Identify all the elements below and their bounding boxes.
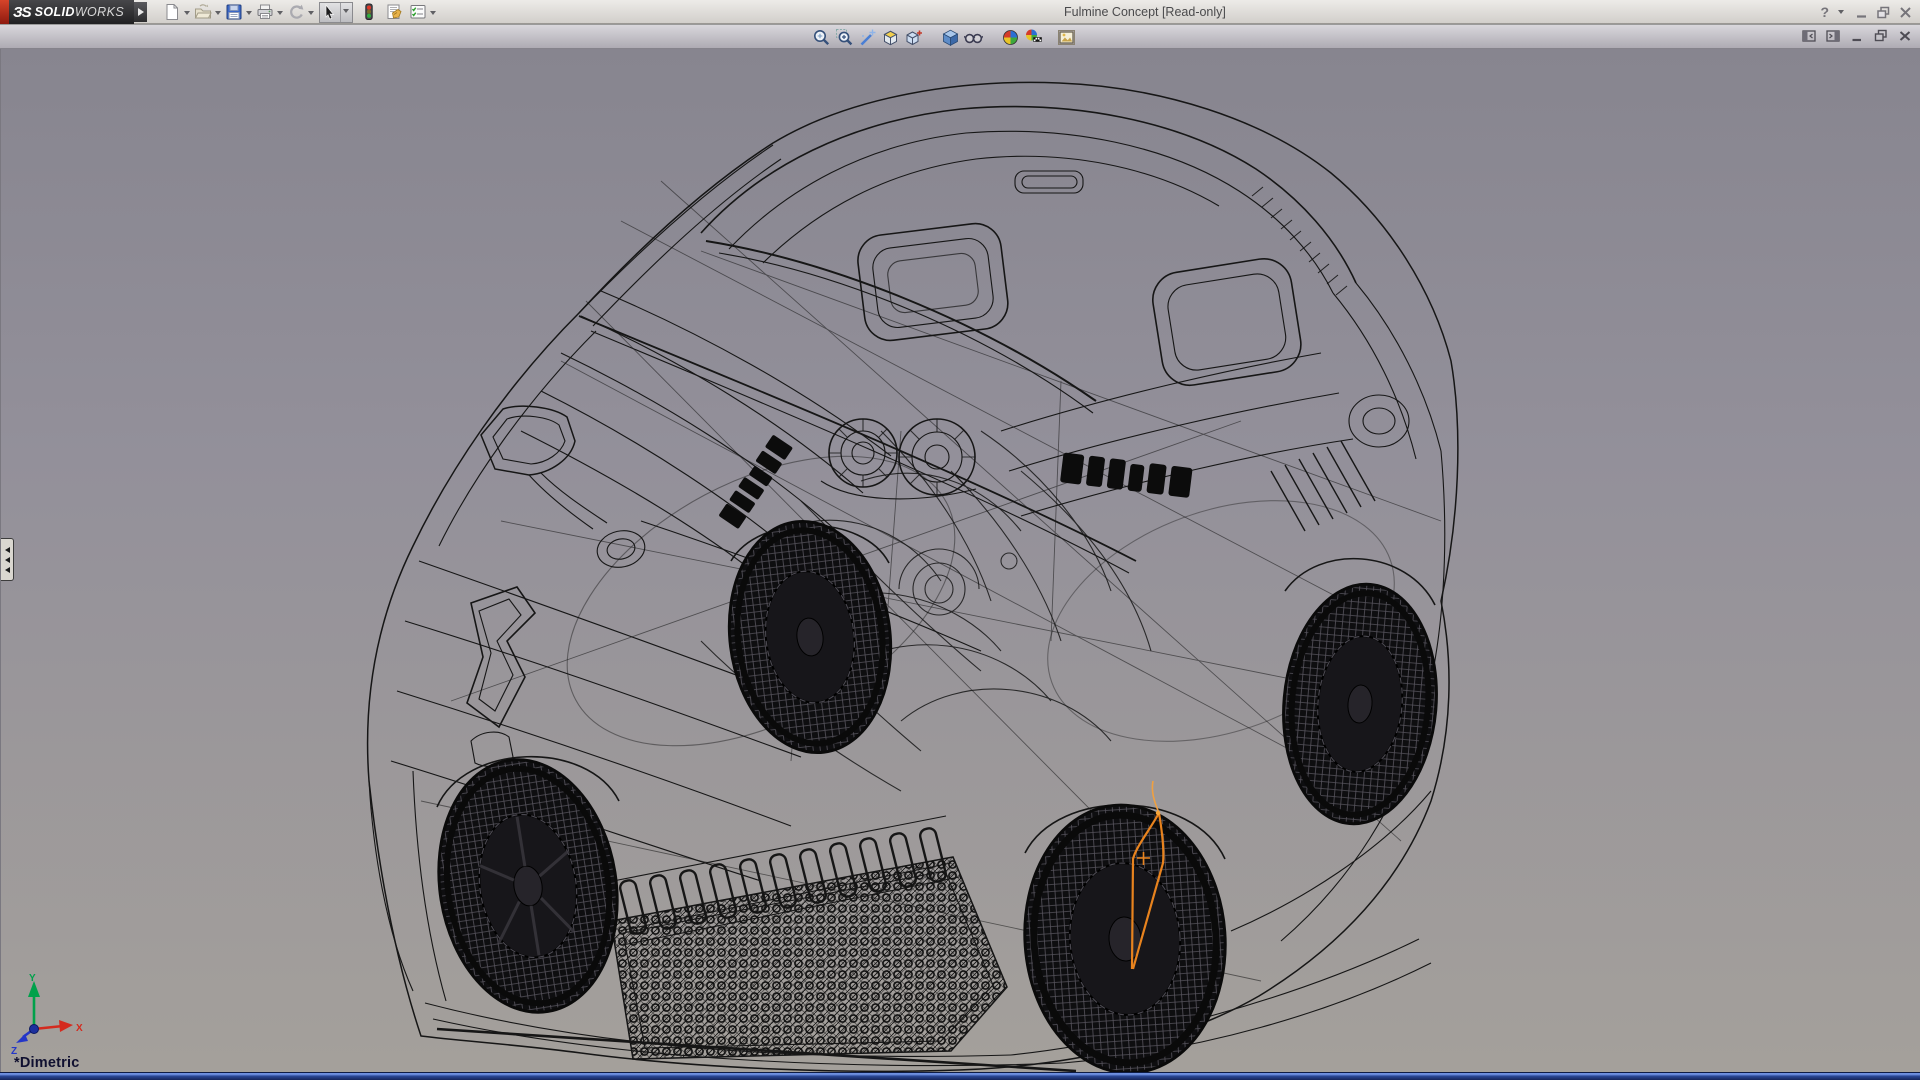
restore-document-button[interactable] (1874, 29, 1888, 43)
select-cursor-icon (320, 3, 338, 21)
undo-dropdown-caret[interactable] (308, 11, 314, 18)
open-document-icon (194, 3, 212, 21)
edit-appearance-button[interactable] (1024, 28, 1043, 47)
solidworks-logo: ЗS SOLIDWORKS (0, 0, 134, 24)
reference-triad: Y X Z (7, 973, 99, 1057)
help-icon[interactable]: ? (1820, 4, 1829, 20)
title-bar: ЗS SOLIDWORKS (0, 0, 1920, 24)
hide-show-items-button[interactable] (964, 28, 983, 47)
close-document-button[interactable] (1898, 29, 1912, 43)
side-mirror (481, 406, 607, 529)
print-button[interactable] (255, 1, 275, 23)
collapse-arrow-icon (2, 547, 10, 553)
view-settings-button[interactable] (1057, 28, 1076, 47)
document-bar (0, 25, 1920, 49)
save-button[interactable] (224, 1, 244, 23)
headlight-pod-right (899, 419, 975, 495)
zoom-to-fit-icon (812, 28, 831, 47)
file-properties-icon (385, 3, 403, 21)
eyeglasses-icon (964, 28, 983, 47)
new-document-button[interactable] (162, 1, 182, 23)
wireframe-model[interactable] (1, 49, 1920, 1072)
seat-opening-left (855, 221, 1011, 344)
menu-flyout-arrow-icon[interactable] (134, 2, 147, 22)
edit-appearance-ball-icon (1024, 28, 1043, 47)
rear-ring-detail (1349, 395, 1409, 447)
file-properties-button[interactable] (384, 1, 404, 23)
close-button[interactable] (1898, 5, 1913, 20)
main-toolbar (162, 1, 439, 23)
zoom-to-fit-button[interactable] (812, 28, 831, 47)
view-settings-frame-icon (1057, 28, 1076, 47)
apply-scene-ball-icon (1001, 28, 1020, 47)
display-style-icon (941, 28, 960, 47)
zoom-to-area-icon (835, 28, 854, 47)
zoom-to-area-button[interactable] (835, 28, 854, 47)
seat-opening-right (1149, 255, 1305, 389)
new-document-icon (163, 3, 181, 21)
section-view-button[interactable] (881, 28, 900, 47)
minimize-document-button[interactable] (1850, 29, 1864, 43)
view-orientation-button[interactable] (904, 28, 923, 47)
previous-view-button[interactable] (858, 28, 877, 47)
toggle-pane-left-button[interactable] (1802, 29, 1816, 43)
select-dropdown-caret[interactable] (343, 9, 349, 16)
options-button[interactable] (408, 1, 428, 23)
document-window-controls (1802, 29, 1912, 43)
wheel-rear-left[interactable] (1016, 798, 1234, 1072)
undo-button[interactable] (286, 1, 306, 23)
help-dropdown-caret[interactable] (1838, 10, 1844, 17)
print-icon (256, 3, 274, 21)
heads-up-view-toolbar (810, 26, 1078, 48)
headlight-left (467, 587, 535, 766)
logo-text-solid: SOLID (35, 5, 75, 19)
display-style-button[interactable] (941, 28, 960, 47)
wheel-rear-right[interactable] (1274, 578, 1446, 830)
front-mesh-grille (611, 857, 1007, 1059)
restore-button[interactable] (1876, 5, 1891, 20)
options-checklist-icon (409, 3, 427, 21)
previous-view-icon (858, 28, 877, 47)
headlight-pod-left (829, 419, 897, 487)
collapse-arrow-icon (2, 567, 10, 573)
logo-red-strip (0, 0, 9, 24)
collapse-arrow-icon (2, 557, 10, 563)
rebuild-button[interactable] (359, 1, 379, 23)
options-dropdown-caret[interactable] (430, 11, 436, 18)
graphics-viewport[interactable]: Y X Z *Dimetric (0, 49, 1920, 1072)
feature-manager-flyout-tab[interactable] (1, 538, 14, 581)
view-orientation-label: *Dimetric (14, 1055, 79, 1071)
apply-scene-button[interactable] (1001, 28, 1020, 47)
section-view-icon (881, 28, 900, 47)
view-orientation-icon (904, 28, 923, 47)
wheel-front-left[interactable] (421, 747, 635, 1025)
rear-vent-slats (1271, 441, 1375, 531)
taskbar-edge[interactable] (0, 1072, 1920, 1080)
solidworks-logo-mark: ЗS (13, 4, 31, 21)
window-title: Fulmine Concept [Read-only] (1064, 5, 1226, 19)
window-controls: ? (1820, 2, 1913, 22)
triad-x-label: X (76, 1023, 83, 1034)
save-dropdown-caret[interactable] (246, 11, 252, 18)
open-document-button[interactable] (193, 1, 213, 23)
print-dropdown-caret[interactable] (277, 11, 283, 18)
toggle-pane-right-button[interactable] (1826, 29, 1840, 43)
select-tool-button[interactable] (319, 2, 353, 23)
save-icon (225, 3, 243, 21)
triad-y-label: Y (29, 973, 36, 984)
rebuild-traffic-light-icon (360, 3, 378, 21)
solidworks-window: ЗS SOLIDWORKS (0, 0, 1920, 1080)
open-dropdown-caret[interactable] (215, 11, 221, 18)
new-dropdown-caret[interactable] (184, 11, 190, 18)
logo-text-works: WORKS (75, 5, 124, 19)
minimize-button[interactable] (1854, 5, 1869, 20)
undo-icon (287, 3, 305, 21)
wheel-front-right[interactable] (716, 512, 903, 762)
brand-logo-rear (1060, 452, 1193, 498)
